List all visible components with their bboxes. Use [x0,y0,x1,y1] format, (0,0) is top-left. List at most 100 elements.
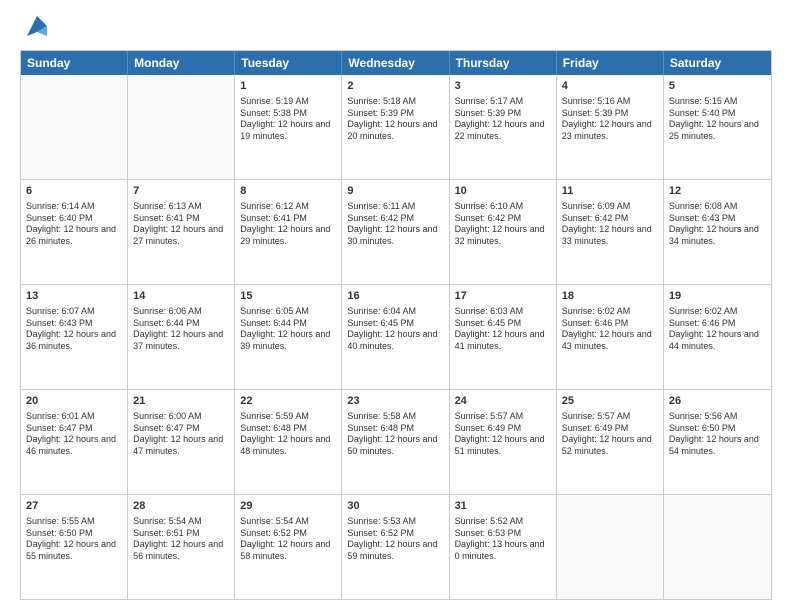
day-number: 24 [455,394,551,409]
calendar-cell: 31 Sunrise: 5:52 AM Sunset: 6:53 PM Dayli… [450,495,557,599]
calendar-cell: 22Sunrise: 5:59 AM Sunset: 6:48 PM Dayli… [235,390,342,494]
day-number: 16 [347,289,443,304]
day-number: 5 [669,79,766,94]
calendar-cell: 16 Sunrise: 6:04 AM Sunset: 6:45 PM Dayli… [342,285,449,389]
calendar-cell: 12 Sunrise: 6:08 AM Sunset: 6:43 PM Dayli… [664,180,771,284]
day-number: 13 [26,289,122,304]
calendar-cell: 5 Sunrise: 5:15 AM Sunset: 5:40 PM Daylig… [664,75,771,179]
day-number: 23 [347,394,443,409]
calendar-cell: 3 Sunrise: 5:17 AM Sunset: 5:39 PM Daylig… [450,75,557,179]
calendar-cell: 10 Sunrise: 6:10 AM Sunset: 6:42 PM Dayli… [450,180,557,284]
cell-info: Sunrise: 5:16 AM Sunset: 5:39 PM Dayligh… [562,96,658,143]
calendar-cell: 29 Sunrise: 5:54 AM Sunset: 6:52 PM Dayli… [235,495,342,599]
calendar-cell [664,495,771,599]
day-number: 19 [669,289,766,304]
calendar-cell: 17 Sunrise: 6:03 AM Sunset: 6:45 PM Dayli… [450,285,557,389]
logo [20,16,51,40]
calendar-cell: 26 Sunrise: 5:56 AM Sunset: 6:50 PM Dayli… [664,390,771,494]
day-number: 9 [347,184,443,199]
calendar-cell: 28Sunrise: 5:54 AM Sunset: 6:51 PM Dayli… [128,495,235,599]
cell-info: Sunrise: 5:15 AM Sunset: 5:40 PM Dayligh… [669,96,766,143]
calendar-cell: 24 Sunrise: 5:57 AM Sunset: 6:49 PM Dayli… [450,390,557,494]
cell-info: Sunrise: 5:56 AM Sunset: 6:50 PM Dayligh… [669,411,766,458]
day-number: 2 [347,79,443,94]
cell-info: Sunrise: 6:12 AM Sunset: 6:41 PM Dayligh… [240,201,336,248]
day-number: 22 [240,394,336,409]
cell-info: Sunrise: 5:17 AM Sunset: 5:39 PM Dayligh… [455,96,551,143]
day-number: 15 [240,289,336,304]
cell-info: Sunrise: 6:01 AM Sunset: 6:47 PM Dayligh… [26,411,122,458]
cell-info: Sunrise: 5:55 AM Sunset: 6:50 PM Dayligh… [26,516,122,563]
cell-info: Sunrise: 6:02 AM Sunset: 6:46 PM Dayligh… [669,306,766,353]
calendar-cell [21,75,128,179]
day-number: 10 [455,184,551,199]
cell-info: Sunrise: 5:57 AM Sunset: 6:49 PM Dayligh… [562,411,658,458]
calendar-cell: 21 Sunrise: 6:00 AM Sunset: 6:47 PM Dayli… [128,390,235,494]
calendar-cell: 6Sunrise: 6:14 AM Sunset: 6:40 PM Daylig… [21,180,128,284]
calendar-cell: 15 Sunrise: 6:05 AM Sunset: 6:44 PM Dayli… [235,285,342,389]
header-day: Sunday [21,51,128,75]
calendar-row: 20 Sunrise: 6:01 AM Sunset: 6:47 PM Dayli… [21,389,771,494]
day-number: 1 [240,79,336,94]
cell-info: Sunrise: 6:08 AM Sunset: 6:43 PM Dayligh… [669,201,766,248]
cell-info: Sunrise: 5:57 AM Sunset: 6:49 PM Dayligh… [455,411,551,458]
day-number: 21 [133,394,229,409]
calendar-cell: 9 Sunrise: 6:11 AM Sunset: 6:42 PM Daylig… [342,180,449,284]
header-day: Saturday [664,51,771,75]
cell-info: Sunrise: 5:58 AM Sunset: 6:48 PM Dayligh… [347,411,443,458]
calendar-cell: 30 Sunrise: 5:53 AM Sunset: 6:52 PM Dayli… [342,495,449,599]
day-number: 8 [240,184,336,199]
calendar-cell: 23 Sunrise: 5:58 AM Sunset: 6:48 PM Dayli… [342,390,449,494]
cell-info: Sunrise: 6:13 AM Sunset: 6:41 PM Dayligh… [133,201,229,248]
cell-info: Sunrise: 6:09 AM Sunset: 6:42 PM Dayligh… [562,201,658,248]
calendar-row: 27 Sunrise: 5:55 AM Sunset: 6:50 PM Dayli… [21,494,771,599]
calendar-cell: 13 Sunrise: 6:07 AM Sunset: 6:43 PM Dayli… [21,285,128,389]
header-day: Wednesday [342,51,449,75]
cell-info: Sunrise: 6:03 AM Sunset: 6:45 PM Dayligh… [455,306,551,353]
cell-info: Sunrise: 6:11 AM Sunset: 6:42 PM Dayligh… [347,201,443,248]
day-number: 29 [240,499,336,514]
day-number: 14 [133,289,229,304]
day-number: 20 [26,394,122,409]
cell-info: Sunrise: 5:52 AM Sunset: 6:53 PM Dayligh… [455,516,551,563]
logo-icon [23,12,51,40]
day-number: 26 [669,394,766,409]
day-number: 31 [455,499,551,514]
calendar-cell: 19 Sunrise: 6:02 AM Sunset: 6:46 PM Dayli… [664,285,771,389]
calendar-cell: 14Sunrise: 6:06 AM Sunset: 6:44 PM Dayli… [128,285,235,389]
day-number: 4 [562,79,658,94]
cell-info: Sunrise: 5:18 AM Sunset: 5:39 PM Dayligh… [347,96,443,143]
header [20,16,772,40]
cell-info: Sunrise: 6:05 AM Sunset: 6:44 PM Dayligh… [240,306,336,353]
calendar-cell: 1Sunrise: 5:19 AM Sunset: 5:38 PM Daylig… [235,75,342,179]
header-day: Friday [557,51,664,75]
calendar-cell: 20 Sunrise: 6:01 AM Sunset: 6:47 PM Dayli… [21,390,128,494]
cell-info: Sunrise: 6:07 AM Sunset: 6:43 PM Dayligh… [26,306,122,353]
cell-info: Sunrise: 5:54 AM Sunset: 6:52 PM Dayligh… [240,516,336,563]
calendar-cell: 2 Sunrise: 5:18 AM Sunset: 5:39 PM Daylig… [342,75,449,179]
calendar-cell [557,495,664,599]
day-number: 30 [347,499,443,514]
calendar-row: 13 Sunrise: 6:07 AM Sunset: 6:43 PM Dayli… [21,284,771,389]
cell-info: Sunrise: 5:54 AM Sunset: 6:51 PM Dayligh… [133,516,229,563]
calendar-cell: 18 Sunrise: 6:02 AM Sunset: 6:46 PM Dayli… [557,285,664,389]
cell-info: Sunrise: 6:10 AM Sunset: 6:42 PM Dayligh… [455,201,551,248]
day-number: 18 [562,289,658,304]
header-day: Monday [128,51,235,75]
day-number: 3 [455,79,551,94]
calendar-row: 6Sunrise: 6:14 AM Sunset: 6:40 PM Daylig… [21,179,771,284]
day-number: 27 [26,499,122,514]
cell-info: Sunrise: 6:00 AM Sunset: 6:47 PM Dayligh… [133,411,229,458]
cell-info: Sunrise: 6:02 AM Sunset: 6:46 PM Dayligh… [562,306,658,353]
calendar-cell: 7 Sunrise: 6:13 AM Sunset: 6:41 PM Daylig… [128,180,235,284]
day-number: 25 [562,394,658,409]
calendar-header: SundayMondayTuesdayWednesdayThursdayFrid… [21,51,771,75]
day-number: 7 [133,184,229,199]
cell-info: Sunrise: 5:53 AM Sunset: 6:52 PM Dayligh… [347,516,443,563]
day-number: 6 [26,184,122,199]
cell-info: Sunrise: 6:04 AM Sunset: 6:45 PM Dayligh… [347,306,443,353]
day-number: 12 [669,184,766,199]
day-number: 17 [455,289,551,304]
calendar-cell [128,75,235,179]
calendar-cell: 8 Sunrise: 6:12 AM Sunset: 6:41 PM Daylig… [235,180,342,284]
